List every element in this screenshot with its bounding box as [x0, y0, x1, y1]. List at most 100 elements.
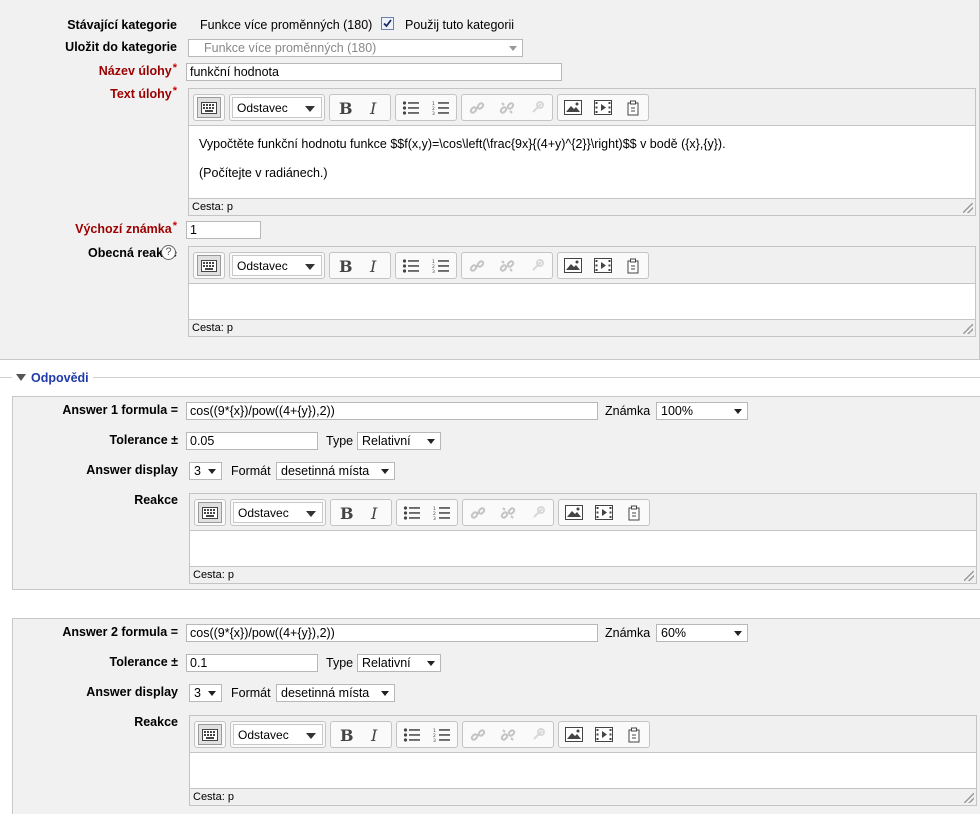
numbered-list-button[interactable]: 123: [430, 724, 454, 745]
insert-media-button[interactable]: [591, 255, 615, 276]
answer-2-format-select[interactable]: desetinná místa: [276, 684, 395, 702]
answer-1-feedback-content[interactable]: [190, 532, 976, 566]
bold-button[interactable]: B: [333, 255, 357, 276]
answer-2-display-label: Answer display: [86, 685, 178, 699]
unlink-button[interactable]: [495, 255, 519, 276]
toggle-toolbar-button[interactable]: [197, 97, 221, 118]
answer-2-type-select[interactable]: Relativní: [357, 654, 441, 672]
answer-1-type-select[interactable]: Relativní: [357, 432, 441, 450]
bullet-list-icon: [402, 100, 419, 115]
bullet-list-button[interactable]: [400, 724, 424, 745]
insert-image-button[interactable]: [562, 724, 586, 745]
image-icon: [564, 258, 582, 273]
answer-2-grade-select[interactable]: 60%: [656, 624, 748, 642]
answer-1-display-select[interactable]: 3: [189, 462, 222, 480]
insert-media-button[interactable]: [591, 97, 615, 118]
anchor-icon: [533, 727, 545, 740]
answer-2-tolerance-input[interactable]: 0.1: [186, 654, 318, 672]
insert-image-button[interactable]: [561, 255, 585, 276]
general-feedback-editor[interactable]: Odstavec B I 123 Cesta: p: [188, 246, 976, 337]
unlink-button[interactable]: [496, 724, 520, 745]
answer-2-grade-label: Známka: [605, 626, 651, 640]
help-icon[interactable]: ?: [161, 245, 176, 260]
manage-files-button[interactable]: [622, 502, 646, 523]
answer-1-tolerance-input[interactable]: 0.05: [186, 432, 318, 450]
question-name-input[interactable]: funkční hodnota: [186, 63, 562, 81]
bold-icon: B: [340, 727, 353, 743]
italic-button[interactable]: I: [362, 255, 386, 276]
editor-path: Cesta: p: [189, 319, 975, 336]
bullet-list-button[interactable]: [399, 97, 423, 118]
resize-grip-icon[interactable]: [963, 203, 973, 213]
link-button[interactable]: [466, 724, 490, 745]
resize-grip-icon[interactable]: [963, 324, 973, 334]
toggle-toolbar-button[interactable]: [198, 502, 222, 523]
required-icon: *: [172, 220, 177, 232]
italic-button[interactable]: I: [363, 724, 387, 745]
unlink-button[interactable]: [495, 97, 519, 118]
toggle-toolbar-button[interactable]: [198, 724, 222, 745]
answer-2-feedback-editor[interactable]: Odstavec B I 123 Cesta: p: [189, 715, 977, 806]
bold-icon: B: [339, 258, 352, 274]
link-button[interactable]: [465, 97, 489, 118]
image-icon: [565, 727, 583, 742]
bold-button[interactable]: B: [334, 502, 358, 523]
answer-1-grade-select[interactable]: 100%: [656, 402, 748, 420]
svg-text:I: I: [370, 505, 378, 521]
insert-media-button[interactable]: [592, 724, 616, 745]
bold-button[interactable]: B: [333, 97, 357, 118]
answers-section-header[interactable]: Odpovědi: [12, 370, 93, 386]
resize-grip-icon[interactable]: [964, 793, 974, 803]
unlink-icon: [499, 101, 515, 114]
film-icon: [594, 100, 612, 115]
anchor-button[interactable]: [525, 255, 549, 276]
answer-2-display-select[interactable]: 3: [189, 684, 222, 702]
insert-media-button[interactable]: [592, 502, 616, 523]
bullet-list-button[interactable]: [399, 255, 423, 276]
numbered-list-button[interactable]: 123: [429, 97, 453, 118]
paragraph-format-select[interactable]: Odstavec: [232, 255, 322, 276]
link-button[interactable]: [466, 502, 490, 523]
bullet-list-button[interactable]: [400, 502, 424, 523]
bold-button[interactable]: B: [334, 724, 358, 745]
toggle-toolbar-button[interactable]: [197, 255, 221, 276]
insert-image-button[interactable]: [561, 97, 585, 118]
anchor-button[interactable]: [526, 724, 550, 745]
answer-2-type-label: Type: [326, 656, 354, 670]
anchor-button[interactable]: [526, 502, 550, 523]
manage-files-button[interactable]: [621, 255, 645, 276]
paragraph-format-select[interactable]: Odstavec: [233, 724, 323, 745]
keyboard-icon: [202, 728, 218, 741]
general-feedback-content[interactable]: [189, 285, 975, 319]
resize-grip-icon[interactable]: [964, 571, 974, 581]
answer-1-feedback-editor[interactable]: Odstavec B I 123 Cesta: p: [189, 493, 977, 584]
answer-2-tolerance-label: Tolerance ±: [109, 655, 178, 669]
numbered-list-button[interactable]: 123: [430, 502, 454, 523]
save-category-select[interactable]: Funkce více proměnných (180): [188, 39, 523, 57]
answer-2-formula-input[interactable]: cos((9*{x})/pow((4+{y}),2)): [186, 624, 598, 642]
insert-image-button[interactable]: [562, 502, 586, 523]
italic-button[interactable]: I: [363, 502, 387, 523]
answer-1-formula-input[interactable]: cos((9*{x})/pow((4+{y}),2)): [186, 402, 598, 420]
svg-text:I: I: [369, 100, 377, 116]
question-text-editor[interactable]: Odstavec B I 123 Vypočtěte funkční hodno…: [188, 88, 976, 216]
question-text-content[interactable]: Vypočtěte funkční hodnotu funkce $$f(x,y…: [189, 127, 975, 199]
use-category-checkbox[interactable]: [381, 17, 394, 30]
manage-files-button[interactable]: [621, 97, 645, 118]
editor-toolbar: Odstavec B I 123: [189, 89, 975, 126]
italic-button[interactable]: I: [362, 97, 386, 118]
answer-2-feedback-content[interactable]: [190, 754, 976, 788]
numbered-list-icon: 123: [433, 506, 450, 520]
default-mark-input[interactable]: 1: [186, 221, 261, 239]
link-button[interactable]: [465, 255, 489, 276]
chevron-down-icon: [305, 264, 315, 270]
paragraph-format-select[interactable]: Odstavec: [232, 97, 322, 118]
numbered-list-button[interactable]: 123: [429, 255, 453, 276]
unlink-button[interactable]: [496, 502, 520, 523]
anchor-button[interactable]: [525, 97, 549, 118]
manage-files-button[interactable]: [622, 724, 646, 745]
paragraph-format-select[interactable]: Odstavec: [233, 502, 323, 523]
answer-1-format-select[interactable]: desetinná místa: [276, 462, 395, 480]
chevron-down-icon: [427, 661, 435, 666]
current-category-label: Stávající kategorie: [67, 18, 177, 32]
